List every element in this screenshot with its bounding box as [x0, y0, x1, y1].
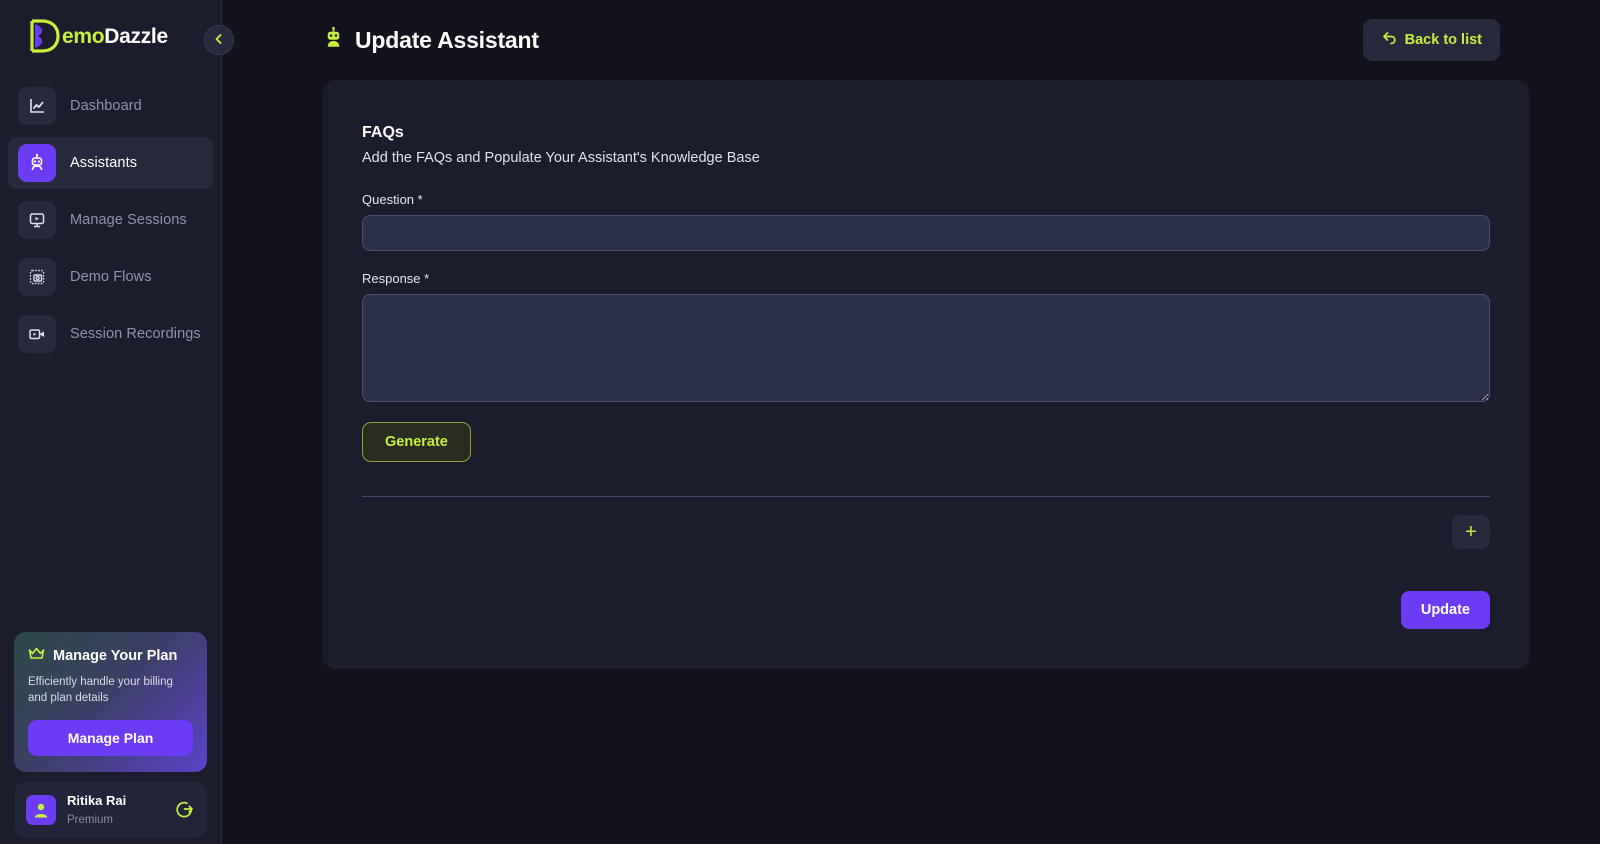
- main-content: Update Assistant Back to list FAQs Add t…: [222, 0, 1600, 844]
- video-camera-icon: [18, 315, 56, 353]
- back-to-list-button[interactable]: Back to list: [1362, 19, 1500, 61]
- sidebar-item-dashboard[interactable]: Dashboard: [8, 80, 213, 132]
- section-title: FAQs: [362, 124, 404, 141]
- undo-arrow-icon: [1381, 30, 1397, 50]
- chart-line-icon: [18, 87, 56, 125]
- add-faq-row: +: [362, 515, 1490, 549]
- robot-icon: [18, 144, 56, 182]
- section-subtitle: Add the FAQs and Populate Your Assistant…: [362, 150, 760, 166]
- response-label: Response *: [362, 271, 430, 286]
- logout-icon: [175, 799, 195, 822]
- top-bar: Update Assistant Back to list: [222, 0, 1600, 80]
- app-root: emoDazzle Dashboard Assistants Manage Se…: [0, 0, 1600, 844]
- question-input[interactable]: [362, 215, 1490, 251]
- brand-text: emoDazzle: [62, 26, 168, 47]
- sidebar-item-label: Assistants: [70, 155, 138, 171]
- user-avatar-icon: [26, 795, 56, 825]
- sidebar-item-session-recordings[interactable]: Session Recordings: [8, 308, 213, 360]
- plan-card-title: Manage Your Plan: [53, 647, 178, 664]
- sidebar-item-manage-sessions[interactable]: Manage Sessions: [8, 194, 213, 246]
- crown-icon: [28, 646, 45, 666]
- brand-logo[interactable]: emoDazzle: [22, 14, 168, 58]
- manage-plan-button[interactable]: Manage Plan: [28, 720, 193, 756]
- sidebar-item-demo-flows[interactable]: Demo Flows: [8, 251, 213, 303]
- logout-button[interactable]: [175, 799, 195, 822]
- add-faq-button[interactable]: +: [1452, 515, 1490, 549]
- page-title: Update Assistant: [355, 26, 539, 53]
- sidebar-item-label: Dashboard: [70, 98, 142, 114]
- manage-plan-card: Manage Your Plan Efficiently handle your…: [14, 631, 207, 772]
- sidebar: emoDazzle Dashboard Assistants Manage Se…: [0, 0, 234, 844]
- sidebar-item-assistants[interactable]: Assistants: [8, 137, 213, 189]
- chevron-left-icon: [213, 33, 225, 48]
- submit-row: Update: [362, 591, 1490, 629]
- demodazzle-d-logo-icon: [22, 15, 64, 57]
- sidebar-item-label: Demo Flows: [70, 269, 152, 285]
- question-label: Question *: [362, 192, 423, 207]
- faq-panel: FAQs Add the FAQs and Populate Your Assi…: [322, 80, 1530, 669]
- response-textarea[interactable]: [362, 294, 1490, 402]
- brand-text-dazzle: Dazzle: [104, 24, 168, 48]
- user-plan-badge: Premium: [67, 814, 114, 826]
- monitor-play-icon: [18, 201, 56, 239]
- user-meta: Ritika Rai Premium: [67, 792, 164, 828]
- page-title-row: Update Assistant: [322, 26, 539, 54]
- brand-text-emo: emo: [62, 24, 105, 48]
- sidebar-item-label: Manage Sessions: [70, 212, 187, 228]
- back-to-list-label: Back to list: [1404, 32, 1482, 48]
- sidebar-collapse-button[interactable]: [204, 25, 234, 55]
- plan-title-row: Manage Your Plan: [28, 646, 193, 666]
- user-profile-card[interactable]: Ritika Rai Premium: [14, 782, 207, 838]
- camera-frame-icon: [18, 258, 56, 296]
- user-name: Ritika Rai: [67, 793, 127, 808]
- sidebar-nav: Dashboard Assistants Manage Sessions Dem…: [0, 72, 221, 360]
- update-button[interactable]: Update: [1400, 591, 1490, 629]
- robot-icon: [322, 26, 345, 54]
- sidebar-item-label: Session Recordings: [70, 326, 201, 342]
- logo-wrap: emoDazzle: [0, 0, 221, 72]
- section-divider: [362, 496, 1490, 497]
- generate-button[interactable]: Generate: [362, 422, 471, 462]
- plan-card-description: Efficiently handle your billing and plan…: [28, 675, 173, 705]
